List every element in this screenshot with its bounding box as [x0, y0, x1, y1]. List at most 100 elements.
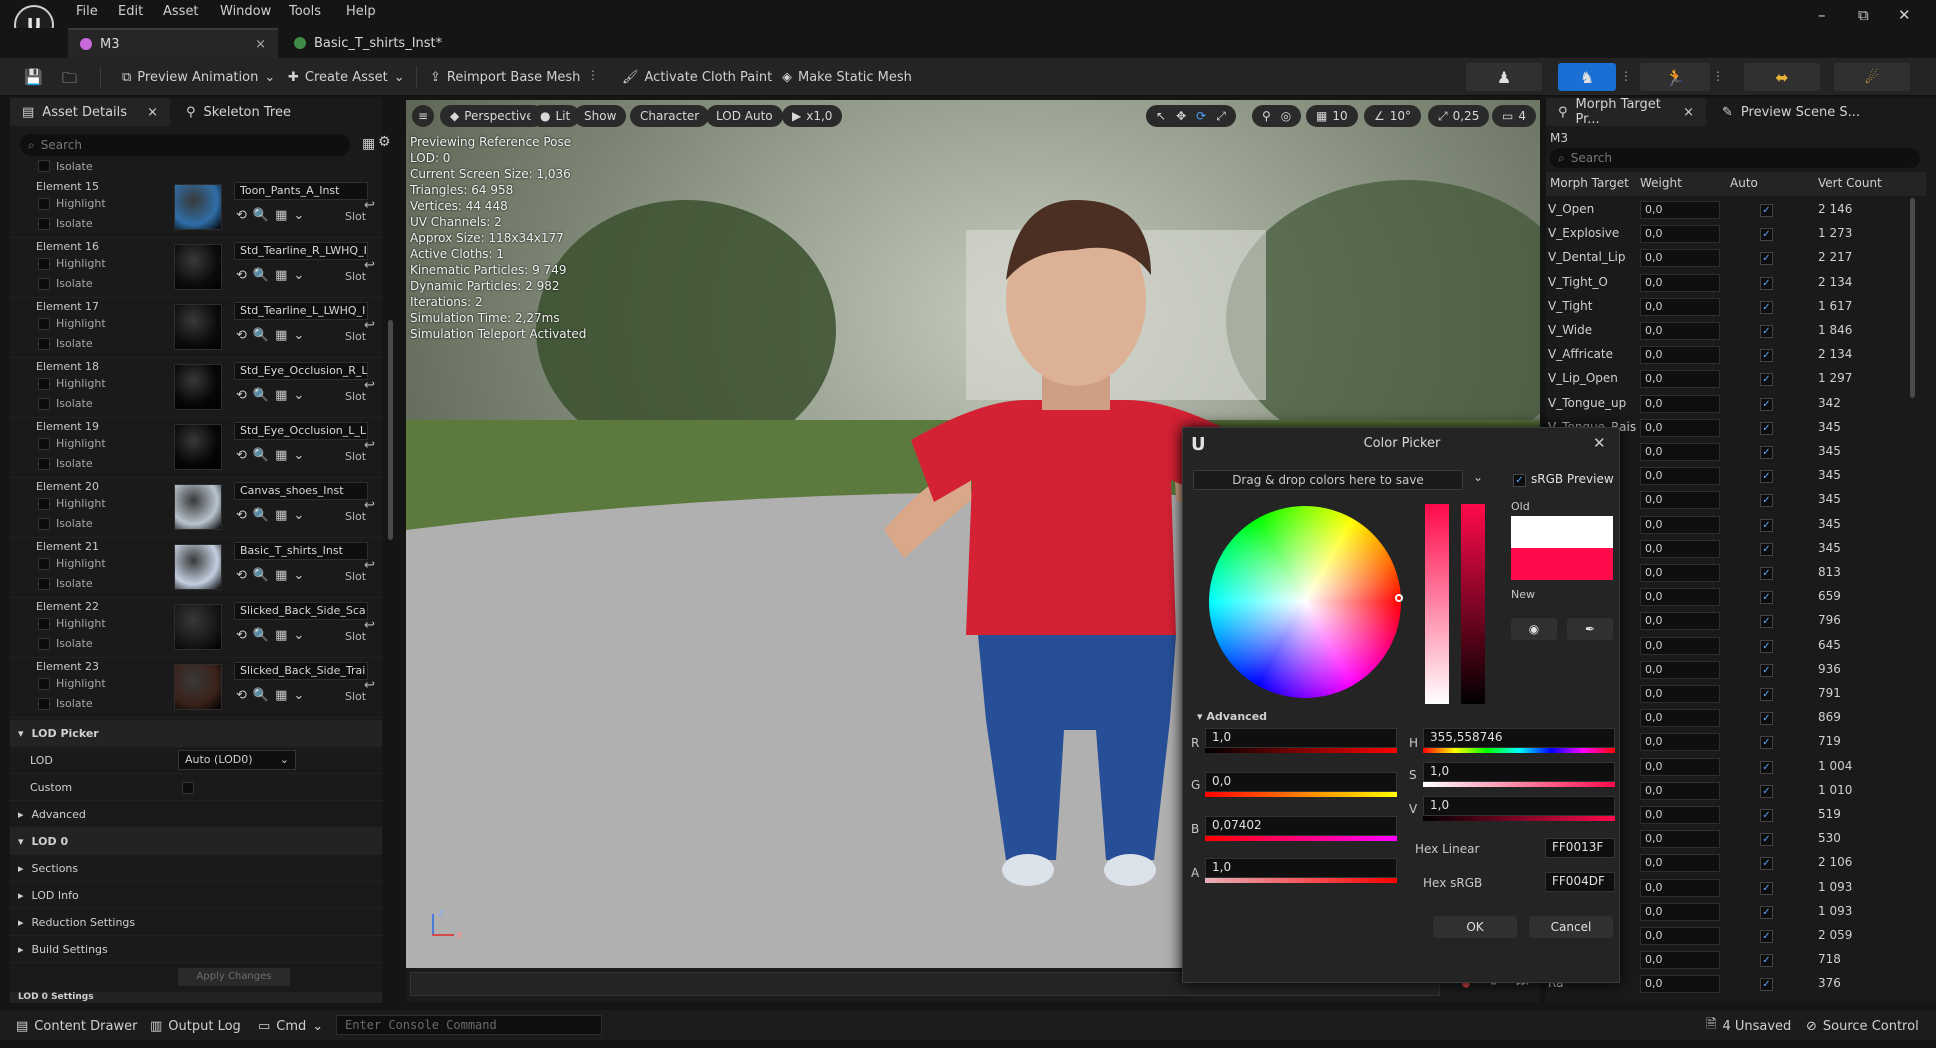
- s-input[interactable]: 1,0: [1423, 762, 1615, 782]
- material-name-field[interactable]: Toon_Pants_A_Inst: [234, 182, 368, 200]
- auto-checkbox[interactable]: ✓: [1760, 663, 1773, 677]
- use-selected-icon[interactable]: ⟲: [236, 388, 253, 403]
- morph-weight-input[interactable]: 0,0: [1640, 564, 1720, 582]
- auto-checkbox[interactable]: ✓: [1760, 833, 1773, 847]
- morph-weight-input[interactable]: 0,0: [1640, 636, 1720, 655]
- use-selected-icon[interactable]: ⟲: [236, 328, 253, 343]
- menu-edit[interactable]: Edit: [118, 4, 143, 19]
- tab-preview-scene[interactable]: ✎ Preview Scene S...: [1710, 98, 1872, 126]
- material-options-icon[interactable]: ▦⌄: [275, 688, 310, 703]
- use-selected-icon[interactable]: ⟲: [236, 508, 253, 523]
- console-command-input[interactable]: Enter Console Command: [336, 1015, 602, 1035]
- morph-weight-input[interactable]: 0,0: [1640, 273, 1720, 292]
- morph-target-row[interactable]: V_Open 0,0 ✓ 2 146: [1546, 198, 1926, 222]
- material-thumbnail[interactable]: [174, 244, 222, 290]
- auto-checkbox[interactable]: ✓: [1760, 881, 1773, 895]
- animation-mode-button[interactable]: 🏃: [1640, 63, 1710, 91]
- tab-skeleton-tree[interactable]: ⚲ Skeleton Tree: [174, 98, 303, 126]
- material-options-icon[interactable]: ▦⌄: [275, 328, 310, 343]
- morph-weight-input[interactable]: 0,0: [1640, 830, 1720, 849]
- auto-checkbox[interactable]: ✓: [1760, 736, 1773, 750]
- r-slider[interactable]: [1205, 748, 1397, 753]
- auto-checkbox[interactable]: ✓: [1760, 446, 1773, 459]
- morph-target-row[interactable]: V_Lip_Open 0,0 ✓ 1 297: [1546, 367, 1926, 391]
- select-arrow-icon[interactable]: ↖: [1156, 109, 1166, 123]
- material-name-field[interactable]: Std_Eye_Occlusion_R_L: [234, 362, 368, 380]
- auto-checkbox[interactable]: ✓: [1760, 567, 1773, 580]
- morph-weight-input[interactable]: 0,0: [1640, 951, 1720, 970]
- auto-checkbox[interactable]: ✓: [1760, 228, 1773, 242]
- menu-asset[interactable]: Asset: [163, 4, 199, 19]
- menu-file[interactable]: File: [76, 4, 98, 19]
- bone-icon[interactable]: ⚲: [1262, 109, 1271, 123]
- material-options-icon[interactable]: ▦⌄: [275, 628, 310, 643]
- morph-weight-input[interactable]: 0,0: [1640, 249, 1720, 268]
- rotation-snap-button[interactable]: ∠ 10°: [1364, 105, 1422, 127]
- auto-checkbox[interactable]: ✓: [1760, 615, 1773, 629]
- auto-checkbox[interactable]: ✓: [1760, 300, 1773, 314]
- menu-window[interactable]: Window: [220, 4, 271, 19]
- auto-checkbox[interactable]: ✓: [1760, 494, 1773, 508]
- auto-checkbox[interactable]: ✓: [1760, 688, 1773, 701]
- reset-arrow-icon[interactable]: ↩: [364, 198, 375, 213]
- auto-checkbox[interactable]: ✓: [1760, 252, 1773, 266]
- morph-weight-input[interactable]: 0,0: [1640, 588, 1720, 607]
- reimport-base-mesh-button[interactable]: ⇪ Reimport Base Mesh: [430, 65, 580, 89]
- auto-checkbox[interactable]: ✓: [1760, 857, 1773, 871]
- auto-checkbox[interactable]: ✓: [1760, 204, 1773, 217]
- close-panel-icon[interactable]: ×: [147, 105, 158, 120]
- reset-arrow-icon[interactable]: ↩: [364, 558, 375, 573]
- morph-weight-input[interactable]: 0,0: [1640, 902, 1720, 921]
- morph-weight-input[interactable]: 0,0: [1640, 394, 1720, 413]
- lod-picker-section[interactable]: ▾ LOD Picker: [10, 720, 382, 747]
- show-button[interactable]: Show: [574, 105, 627, 127]
- isolate-checkbox[interactable]: [38, 160, 50, 172]
- srgb-preview-checkbox[interactable]: ✓: [1513, 474, 1526, 487]
- browse-asset-icon[interactable]: 🔍: [253, 688, 275, 703]
- color-wheel-mode-button[interactable]: ◉: [1511, 618, 1557, 640]
- scale-icon[interactable]: ⤢: [1216, 109, 1226, 124]
- morph-weight-input[interactable]: 0,0: [1640, 418, 1720, 437]
- material-thumbnail[interactable]: [174, 664, 222, 710]
- grid-snap-button[interactable]: ▦ 10: [1306, 105, 1358, 127]
- minimize-icon[interactable]: –: [1818, 6, 1826, 24]
- material-thumbnail[interactable]: [174, 604, 222, 650]
- v-input[interactable]: 1,0: [1423, 796, 1615, 816]
- restore-icon[interactable]: ⧉: [1858, 6, 1869, 24]
- isolate-checkbox[interactable]: [38, 578, 50, 590]
- header-weight[interactable]: Weight: [1640, 176, 1682, 190]
- material-options-icon[interactable]: ▦⌄: [275, 388, 310, 403]
- browse-icon[interactable]: 🗀: [62, 68, 77, 93]
- reset-arrow-icon[interactable]: ↩: [364, 678, 375, 693]
- world-local-icon[interactable]: ◎: [1281, 109, 1291, 123]
- playback-speed-button[interactable]: ▶ x1,0: [782, 105, 843, 127]
- morph-weight-input[interactable]: 0,0: [1640, 685, 1720, 703]
- hex-linear-input[interactable]: FF0013F: [1545, 838, 1615, 858]
- color-wheel-handle[interactable]: [1395, 594, 1403, 602]
- auto-checkbox[interactable]: ✓: [1760, 712, 1773, 726]
- preview-animation-button[interactable]: ⧉ Preview Animation ⌄: [122, 65, 275, 89]
- morph-weight-input[interactable]: 0,0: [1640, 612, 1720, 631]
- auto-checkbox[interactable]: ✓: [1760, 639, 1773, 653]
- close-panel-icon[interactable]: ×: [1683, 105, 1694, 120]
- material-options-icon[interactable]: ▦⌄: [275, 448, 310, 463]
- morph-target-row[interactable]: V_Tight 0,0 ✓ 1 617: [1546, 295, 1926, 319]
- isolate-checkbox[interactable]: [38, 518, 50, 530]
- lod-info-section[interactable]: ▸ LOD Info: [10, 882, 382, 909]
- h-slider[interactable]: [1423, 748, 1615, 753]
- tab-asset-details[interactable]: ▤ Asset Details ×: [10, 98, 170, 126]
- highlight-checkbox[interactable]: [38, 678, 50, 690]
- auto-checkbox[interactable]: ✓: [1760, 373, 1773, 387]
- v-slider[interactable]: [1423, 816, 1615, 821]
- header-morph-target[interactable]: Morph Target: [1550, 176, 1629, 190]
- material-thumbnail[interactable]: [174, 544, 222, 590]
- camera-speed-button[interactable]: ▭ 4: [1492, 105, 1536, 127]
- character-button[interactable]: Character: [630, 105, 710, 127]
- details-scrollbar[interactable]: [388, 320, 393, 540]
- animation-options-icon[interactable]: ⋮: [1712, 69, 1724, 83]
- header-auto[interactable]: Auto: [1730, 176, 1758, 190]
- lod0-section[interactable]: ▾ LOD 0: [10, 828, 382, 855]
- build-settings-section[interactable]: ▸ Build Settings: [10, 936, 382, 963]
- auto-checkbox[interactable]: ✓: [1760, 905, 1773, 919]
- use-selected-icon[interactable]: ⟲: [236, 448, 253, 463]
